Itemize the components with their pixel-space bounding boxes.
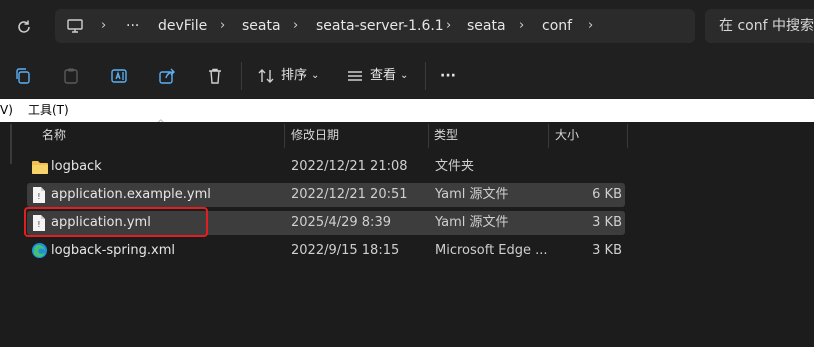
share-icon[interactable] bbox=[157, 66, 177, 86]
view-icon[interactable] bbox=[345, 66, 365, 86]
column-header-name[interactable]: 名称 bbox=[42, 124, 66, 146]
column-header-type[interactable]: 类型 bbox=[434, 124, 458, 146]
column-resize-handle[interactable] bbox=[627, 124, 628, 148]
file-size: 3 KB bbox=[592, 243, 622, 258]
menu-bar bbox=[0, 99, 814, 122]
sort-ascending-icon: ^ bbox=[157, 119, 165, 129]
breadcrumb-chevron[interactable]: › bbox=[588, 9, 593, 43]
menu-item-tools[interactable]: 工具(T) bbox=[28, 99, 69, 122]
column-resize-handle[interactable] bbox=[548, 124, 549, 148]
file-name[interactable]: logback-spring.xml bbox=[51, 239, 175, 263]
view-button[interactable]: 查看 bbox=[370, 66, 396, 86]
this-pc-icon[interactable] bbox=[66, 17, 86, 35]
sort-chevron-down-icon[interactable]: ⌄ bbox=[311, 66, 319, 86]
file-type: Yaml 源文件 bbox=[435, 187, 509, 202]
view-chevron-down-icon[interactable]: ⌄ bbox=[400, 66, 408, 86]
file-modified: 2022/12/21 21:08 bbox=[291, 159, 408, 174]
breadcrumb-chevron[interactable]: › bbox=[101, 9, 106, 43]
file-size: 3 KB bbox=[592, 215, 622, 230]
breadcrumb-chevron[interactable]: › bbox=[519, 9, 524, 43]
file-type: Microsoft Edge ... bbox=[435, 243, 548, 258]
search-placeholder: 在 conf 中搜索 bbox=[719, 18, 814, 34]
highlight-annotation bbox=[24, 207, 208, 237]
breadcrumb-overflow[interactable]: ··· bbox=[126, 9, 139, 43]
file-modified: 2022/12/21 20:51 bbox=[291, 187, 408, 202]
file-name[interactable]: application.example.yml bbox=[51, 183, 211, 207]
delete-icon[interactable] bbox=[205, 66, 225, 86]
file-modified: 2025/4/29 8:39 bbox=[291, 215, 391, 230]
breadcrumb-chevron[interactable]: › bbox=[220, 9, 225, 43]
breadcrumb-chevron[interactable]: › bbox=[293, 9, 298, 43]
file-modified: 2022/9/15 18:15 bbox=[291, 243, 400, 258]
refresh-button[interactable] bbox=[10, 14, 38, 40]
toolbar-divider bbox=[425, 62, 426, 90]
breadcrumb-item-seata-2[interactable]: seata bbox=[467, 9, 506, 43]
folder-icon bbox=[31, 159, 49, 179]
column-header-size[interactable]: 大小 bbox=[555, 124, 579, 146]
breadcrumb-item-devfile[interactable]: devFile bbox=[158, 9, 207, 43]
more-options-button[interactable]: ··· bbox=[440, 66, 456, 86]
breadcrumb-item-seata[interactable]: seata bbox=[242, 9, 281, 43]
toolbar-divider bbox=[241, 62, 242, 90]
file-type: Yaml 源文件 bbox=[435, 215, 509, 230]
breadcrumb-item-conf[interactable]: conf bbox=[542, 9, 572, 43]
file-icon: ! bbox=[32, 186, 46, 208]
refresh-icon bbox=[18, 20, 30, 33]
rename-icon[interactable] bbox=[109, 66, 129, 86]
column-header-modified[interactable]: 修改日期 bbox=[291, 124, 339, 146]
paste-icon[interactable] bbox=[61, 66, 81, 86]
copy-icon[interactable] bbox=[13, 66, 33, 86]
breadcrumb-item-seata-server[interactable]: seata-server-1.6.1 bbox=[316, 9, 444, 43]
sort-button[interactable]: 排序 bbox=[281, 66, 307, 86]
column-resize-handle[interactable] bbox=[284, 124, 285, 148]
scrollbar[interactable] bbox=[10, 124, 12, 164]
file-size: 6 KB bbox=[592, 187, 622, 202]
edge-icon bbox=[31, 242, 48, 263]
file-type: 文件夹 bbox=[435, 159, 475, 174]
menu-item-view-partial[interactable]: V) bbox=[0, 99, 13, 122]
file-name[interactable]: logback bbox=[51, 155, 102, 179]
sort-icon[interactable] bbox=[256, 66, 276, 86]
svg-text:!: ! bbox=[37, 192, 42, 201]
column-resize-handle[interactable] bbox=[428, 124, 429, 148]
breadcrumb-chevron[interactable]: › bbox=[446, 9, 451, 43]
